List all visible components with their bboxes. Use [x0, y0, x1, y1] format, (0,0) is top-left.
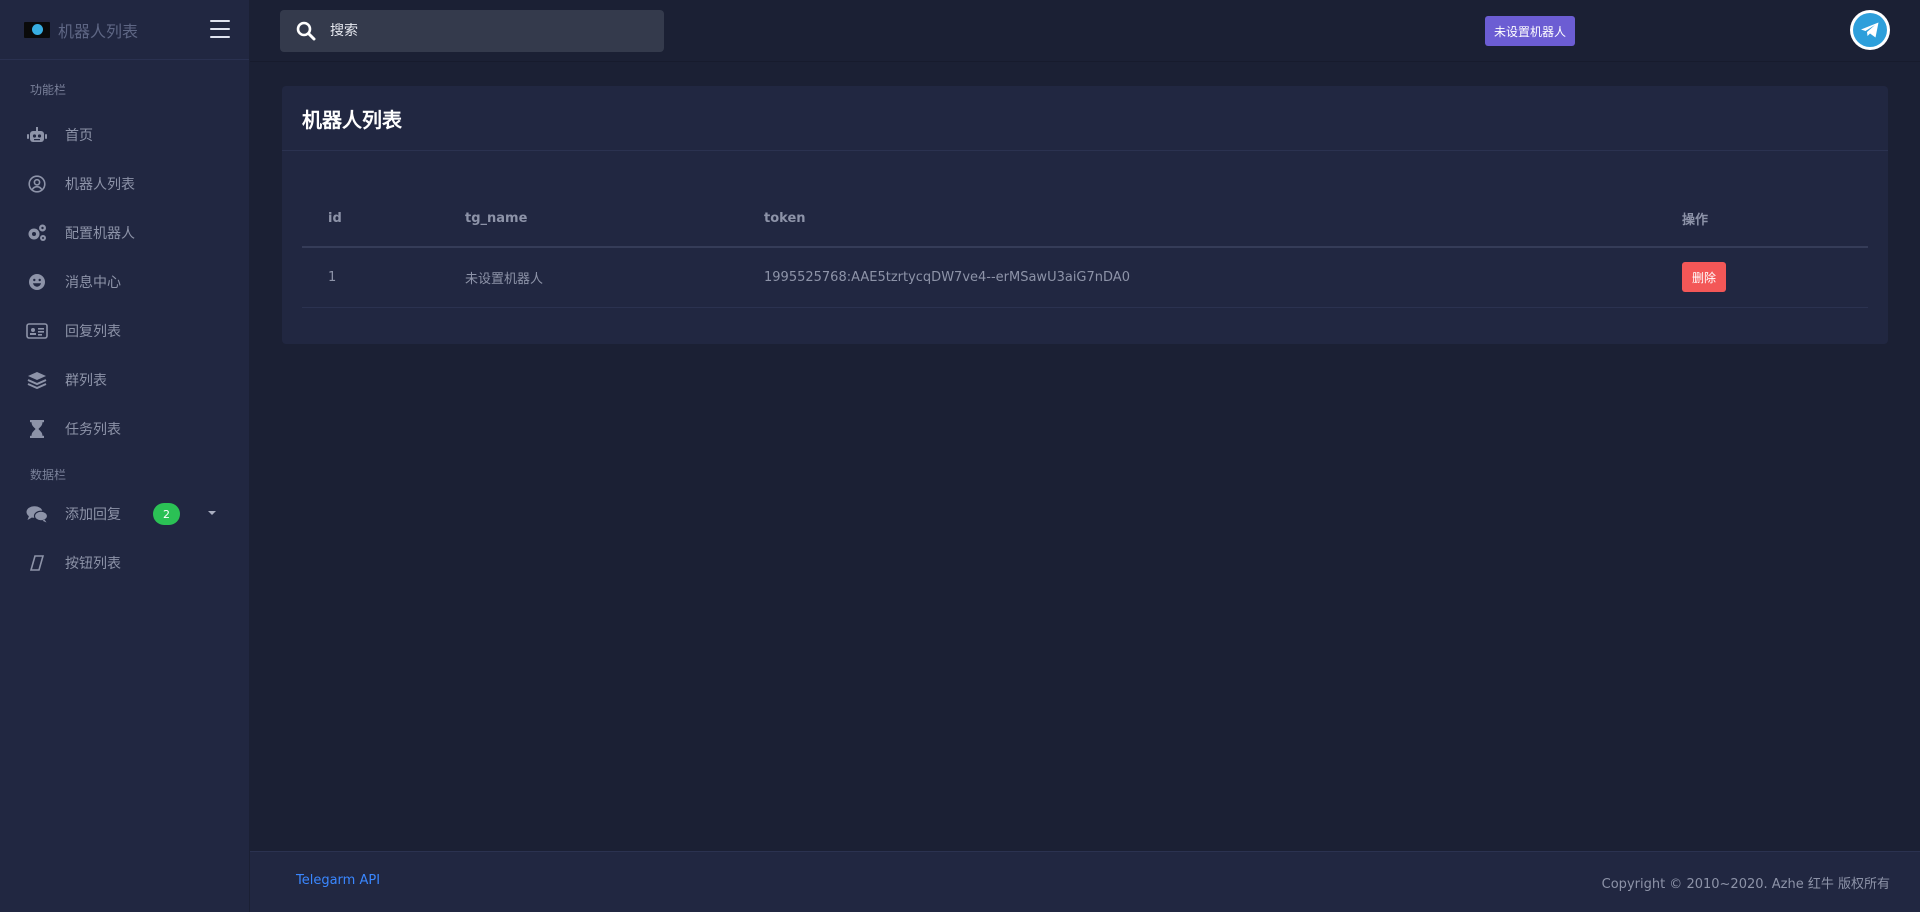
page-title: 机器人列表 — [302, 107, 402, 132]
sidebar-item-label: 消息中心 — [65, 274, 121, 291]
nav-section-data: 数据栏 — [30, 468, 67, 482]
table-row: 1 未设置机器人 1995525768:AAE5tzrtycqDW7ve4--e… — [302, 247, 1868, 308]
sidebar-item-label: 机器人列表 — [65, 176, 135, 193]
telegram-api-link[interactable]: Telegarm API — [296, 873, 380, 888]
card-header: 机器人列表 — [282, 86, 1888, 151]
bot-table: id tg_name token 操作 1 未设置机器人 1995525768:… — [302, 191, 1868, 308]
parallelogram-icon — [26, 552, 48, 574]
column-header-tg-name: tg_name — [439, 191, 738, 248]
avatar[interactable] — [1850, 10, 1890, 50]
sidebar-item-label: 回复列表 — [65, 323, 121, 340]
sidebar-item-label: 任务列表 — [65, 421, 121, 438]
sidebar-item-reply-list[interactable]: 回复列表 — [0, 306, 249, 355]
user-circle-icon — [26, 173, 48, 195]
cell-id: 1 — [302, 247, 439, 308]
top-header: 未设置机器人 — [250, 0, 1920, 62]
id-card-icon — [26, 320, 48, 342]
sidebar-item-label: 首页 — [65, 127, 93, 144]
chevron-down-icon[interactable] — [208, 511, 216, 515]
sidebar-item-add-reply[interactable]: 添加回复 2 — [0, 489, 249, 538]
telegram-logo-icon — [24, 21, 50, 38]
sidebar-item-button-list[interactable]: 按钮列表 — [0, 538, 249, 587]
menu-toggle-icon[interactable] — [210, 20, 230, 38]
search-box[interactable] — [280, 10, 664, 52]
current-bot-badge[interactable]: 未设置机器人 — [1485, 16, 1576, 46]
sidebar-item-config-bot[interactable]: 配置机器人 — [0, 208, 249, 257]
sidebar: 机器人列表 功能栏 首页 机器人列表 配置机器人 消息中心 回复列表 群列表 任… — [0, 0, 250, 912]
nav-section-features: 功能栏 — [30, 83, 67, 97]
table-header-row: id tg_name token 操作 — [302, 191, 1868, 248]
gears-icon — [26, 222, 48, 244]
sidebar-item-label: 按钮列表 — [65, 555, 121, 572]
sidebar-item-group-list[interactable]: 群列表 — [0, 355, 249, 404]
search-input[interactable] — [330, 23, 630, 39]
cell-token: 1995525768:AAE5tzrtycqDW7ve4--erMSawU3ai… — [738, 247, 1656, 308]
layers-icon — [26, 369, 48, 391]
copyright-text: Copyright © 2010~2020. Azhe 红牛 版权所有 — [1601, 877, 1890, 892]
sidebar-item-label: 群列表 — [65, 372, 107, 389]
search-icon[interactable] — [296, 21, 316, 41]
cell-tg-name: 未设置机器人 — [439, 247, 738, 308]
sidebar-item-label: 配置机器人 — [65, 225, 135, 242]
cell-action: 删除 — [1656, 247, 1868, 308]
delete-button[interactable]: 删除 — [1682, 262, 1726, 293]
column-header-action: 操作 — [1656, 191, 1868, 248]
footer: Telegarm API Copyright © 2010~2020. Azhe… — [250, 851, 1920, 912]
hourglass-icon — [26, 418, 48, 440]
sidebar-item-bot-list[interactable]: 机器人列表 — [0, 159, 249, 208]
reply-count-badge: 2 — [153, 503, 180, 525]
comments-icon — [26, 503, 48, 525]
sidebar-item-task-list[interactable]: 任务列表 — [0, 404, 249, 453]
sidebar-item-label: 添加回复 — [65, 506, 121, 523]
smile-icon — [26, 271, 48, 293]
brand-title: 机器人列表 — [58, 21, 139, 41]
sidebar-item-message-center[interactable]: 消息中心 — [0, 257, 249, 306]
robot-icon — [26, 124, 48, 146]
telegram-icon — [1853, 13, 1887, 47]
card-body: id tg_name token 操作 1 未设置机器人 1995525768:… — [282, 191, 1888, 308]
column-header-token: token — [738, 191, 1656, 248]
column-header-id: id — [302, 191, 439, 248]
bot-list-card: 机器人列表 id tg_name token 操作 1 未设置机器人 19955… — [282, 86, 1888, 344]
sidebar-item-home[interactable]: 首页 — [0, 110, 249, 159]
